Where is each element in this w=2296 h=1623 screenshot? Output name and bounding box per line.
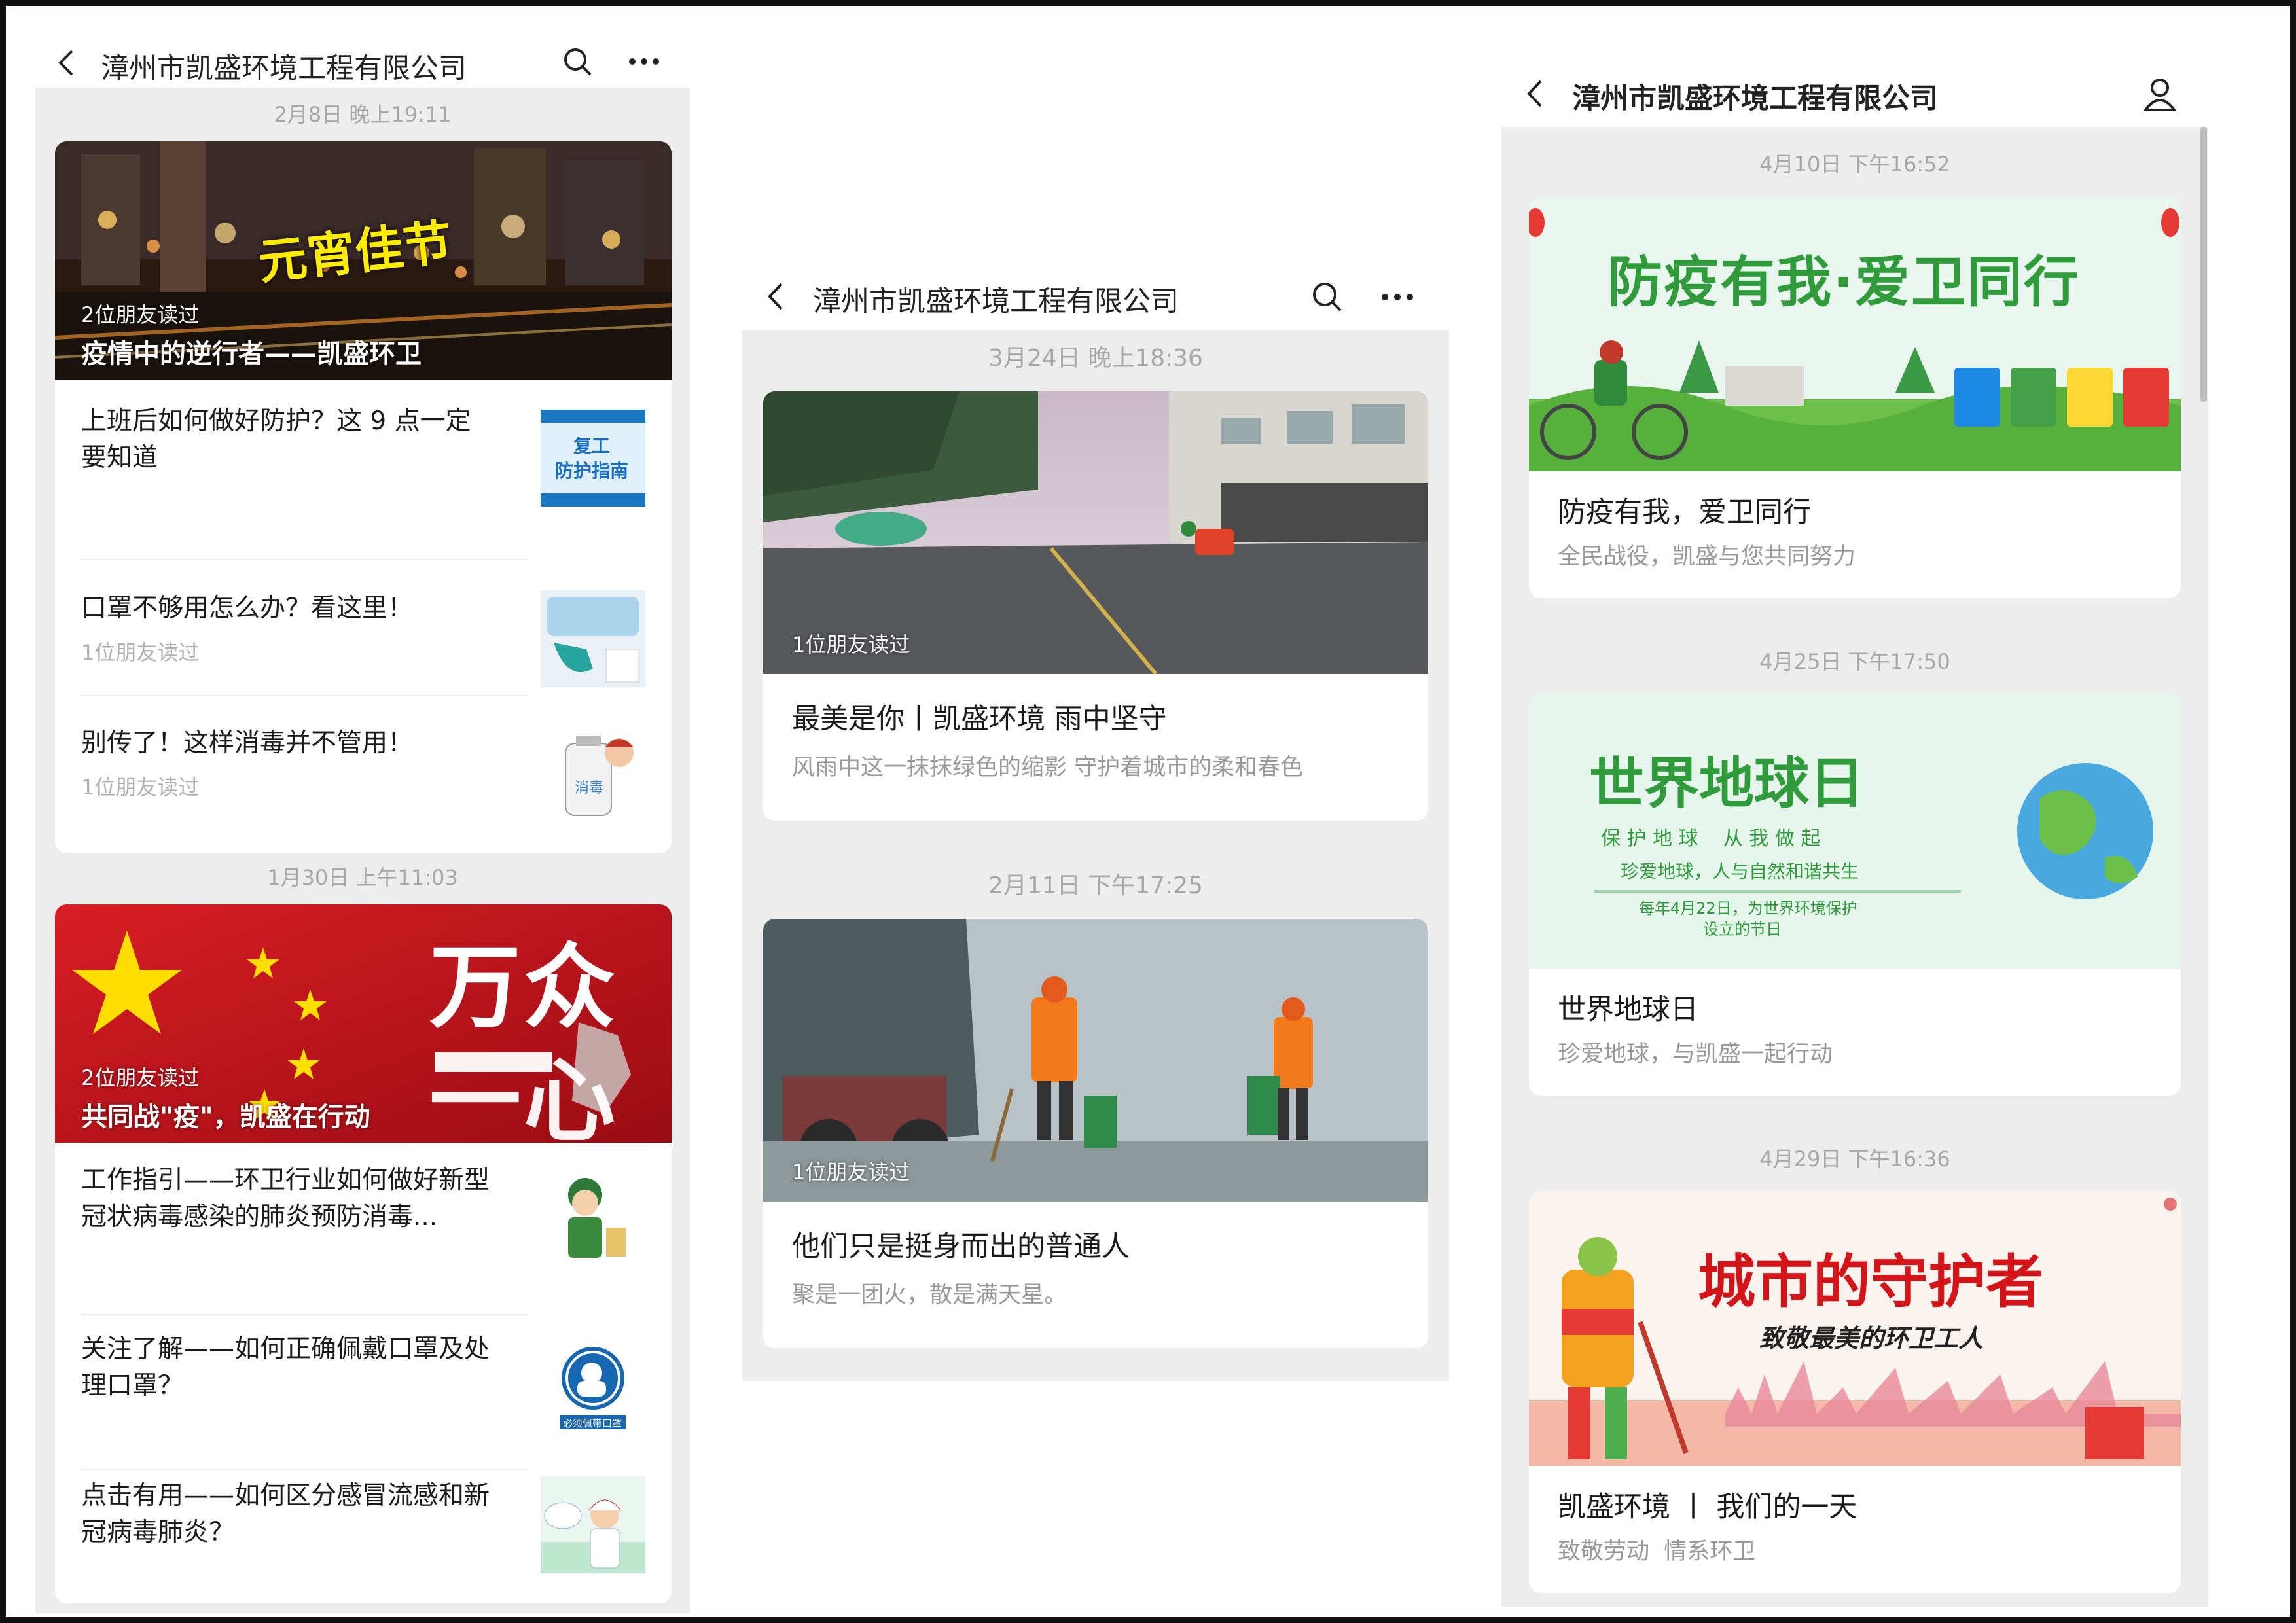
thumbnail-label: 防护指南: [555, 460, 629, 482]
account-title: 漳州市凯盛环境工程有限公司: [813, 285, 1179, 318]
article-thumbnail: [541, 590, 645, 687]
thumbnail-label: 消毒: [575, 780, 604, 796]
article-title: 别传了！这样消毒并不管用！: [81, 728, 414, 758]
article-cover[interactable]: 1位朋友读过: [763, 919, 1428, 1202]
article-item[interactable]: 工作指引——环卫行业如何做好新型 冠状病毒感染的肺炎预防消毒...: [81, 1162, 645, 1293]
read-count: 1位朋友读过: [81, 640, 200, 665]
search-icon[interactable]: [562, 46, 593, 80]
cover-art-text: 防疫有我·爱卫同行: [1607, 250, 2080, 314]
article-cover[interactable]: 世界地球日 保 护 地 球 从 我 做 起 珍爱地球，人与自然和谐共生 每年4月…: [1529, 694, 2181, 969]
timestamp: 1月30日 上午11:03: [267, 865, 458, 890]
lead-article-title: 疫情中的逆行者——凯盛环卫: [81, 339, 422, 369]
timestamp: 2月11日 下午17:25: [988, 872, 1203, 899]
back-arrow-icon[interactable]: [1526, 80, 1543, 110]
read-count: 1位朋友读过: [792, 1160, 910, 1185]
article-title: 关注了解——如何正确佩戴口罩及处: [81, 1334, 490, 1364]
article-description: 聚是一团火，散是满天星。: [792, 1282, 1067, 1308]
lead-article-cover[interactable]: 元宵佳节 2位朋友读过 疫情中的逆行者——凯盛环卫: [55, 141, 672, 380]
article-item[interactable]: 点击有用——如何区分感冒流感和新 冠病毒肺炎？: [81, 1474, 645, 1598]
article-title-line2: 要知道: [81, 443, 158, 473]
search-icon[interactable]: [1310, 280, 1343, 315]
article-description: 风雨中这一抹抹绿色的缩影 守护着城市的柔和春色: [792, 755, 1304, 781]
right-chat-panel: 漳州市凯盛环境工程有限公司 4月10日 下午16:52 防疫有我·爱卫同行 防疫…: [1501, 59, 2208, 1607]
article-cover[interactable]: 防疫有我·爱卫同行: [1529, 196, 2181, 471]
timestamp: 4月25日 下午17:50: [1759, 649, 1950, 674]
timestamp: 4月10日 下午16:52: [1759, 152, 1950, 177]
cover-art-text: 万众: [429, 935, 619, 1041]
cover-art-text: 每年4月22日，为世界环境保护: [1639, 899, 1857, 918]
profile-icon[interactable]: [2142, 76, 2178, 115]
divider: [81, 1314, 529, 1315]
article-thumbnail: 必须佩带口罩: [541, 1338, 645, 1435]
article-card[interactable]: 1位朋友读过 最美是你丨凯盛环境 雨中坚守 风雨中这一抹抹绿色的缩影 守护着城市…: [763, 391, 1428, 821]
thumbnail-label: 必须佩带口罩: [563, 1418, 622, 1429]
article-title: 凯盛环境 丨 我们的一天: [1558, 1491, 1857, 1524]
article-card[interactable]: 世界地球日 保 护 地 球 从 我 做 起 珍爱地球，人与自然和谐共生 每年4月…: [1529, 694, 2181, 1096]
article-title-line2: 冠状病毒感染的肺炎预防消毒...: [81, 1202, 438, 1232]
article-item[interactable]: 别传了！这样消毒并不管用！ 1位朋友读过 消毒: [81, 700, 645, 831]
lead-article-cover[interactable]: 万众 一心 2位朋友读过 共同战"疫"，凯盛在行动: [55, 904, 672, 1143]
timestamp: 2月8日 晚上19:11: [274, 102, 452, 127]
article-description: 珍爱地球，与凯盛一起行动: [1558, 1041, 1833, 1067]
article-description: 全民战役，凯盛与您共同努力: [1558, 544, 1856, 570]
middle-header: 漳州市凯盛环境工程有限公司: [742, 263, 1449, 330]
thumbnail-label: 复工: [573, 435, 611, 457]
cover-art-text: 保 护 地 球 从 我 做 起: [1601, 827, 1821, 850]
cover-art-text: 一心: [429, 1048, 619, 1143]
divider: [81, 695, 529, 696]
left-header: 漳州市凯盛环境工程有限公司: [35, 35, 690, 88]
more-icon[interactable]: [1381, 292, 1414, 304]
right-header: 漳州市凯盛环境工程有限公司: [1501, 59, 2208, 127]
article-thumbnail: [541, 1476, 645, 1573]
article-title: 最美是你丨凯盛环境 雨中坚守: [792, 703, 1167, 736]
article-title: 防疫有我，爱卫同行: [1558, 496, 1811, 529]
read-count: 2位朋友读过: [81, 302, 200, 327]
middle-chat-panel: 漳州市凯盛环境工程有限公司 3月24日 晚上18:36 1位朋友读过 最美是你丨…: [742, 263, 1449, 1381]
divider: [81, 1469, 529, 1470]
article-item[interactable]: 上班后如何做好防护？这 9 点一定 要知道 复工 防护指南: [81, 403, 645, 514]
account-title: 漳州市凯盛环境工程有限公司: [101, 52, 467, 85]
article-title: 点击有用——如何区分感冒流感和新: [81, 1481, 490, 1510]
article-description: 致敬劳动 情系环卫: [1558, 1539, 1756, 1565]
article-card[interactable]: 城市的守护者 致敬最美的环卫工人 凯盛环境 丨 我们的一天 致敬劳动 情系环卫: [1529, 1191, 2181, 1593]
more-icon[interactable]: [628, 56, 660, 69]
cover-art-text: 珍爱地球，人与自然和谐共生: [1621, 861, 1859, 882]
article-item[interactable]: 关注了解——如何正确佩戴口罩及处 理口罩？ 必须佩带口罩: [81, 1319, 645, 1450]
eco-banner-image: [1529, 196, 2181, 471]
article-cover[interactable]: 1位朋友读过: [763, 391, 1428, 674]
article-title: 世界地球日: [1558, 993, 1698, 1026]
back-arrow-icon[interactable]: [767, 283, 784, 313]
article-title: 工作指引——环卫行业如何做好新型: [81, 1166, 490, 1195]
article-card[interactable]: 防疫有我·爱卫同行 防疫有我，爱卫同行 全民战役，凯盛与您共同努力: [1529, 196, 2181, 598]
article-title-line2: 理口罩？: [81, 1371, 184, 1400]
cover-art-text: 致敬最美的环卫工人: [1759, 1324, 1984, 1353]
account-title: 漳州市凯盛环境工程有限公司: [1572, 82, 1938, 115]
article-card[interactable]: 1位朋友读过 他们只是挺身而出的普通人 聚是一团火，散是满天星。: [763, 919, 1428, 1348]
read-count: 1位朋友读过: [81, 775, 200, 800]
cover-art-text: 城市的守护者: [1698, 1247, 2044, 1315]
article-title-line2: 冠病毒肺炎？: [81, 1518, 235, 1547]
article-title: 他们只是挺身而出的普通人: [792, 1230, 1130, 1263]
article-group-card[interactable]: 万众 一心 2位朋友读过 共同战"疫"，凯盛在行动 工作指引——环卫行业如何做好…: [55, 904, 672, 1603]
article-title: 口罩不够用怎么办？看这里！: [81, 594, 414, 623]
article-title: 上班后如何做好防护？这 9 点一定: [81, 406, 471, 436]
lead-article-title: 共同战"疫"，凯盛在行动: [81, 1102, 370, 1132]
divider: [81, 559, 529, 560]
article-thumbnail: [541, 1169, 645, 1266]
cover-art-text: 设立的节日: [1703, 920, 1782, 938]
read-count: 1位朋友读过: [792, 632, 910, 657]
article-thumbnail: 消毒: [541, 724, 645, 821]
article-cover[interactable]: 城市的守护者 致敬最美的环卫工人: [1529, 1191, 2181, 1466]
timestamp: 3月24日 晚上18:36: [988, 345, 1203, 372]
left-chat-panel: 漳州市凯盛环境工程有限公司 2月8日 晚上19:11 元宵佳节 2位朋友读过 疫…: [35, 35, 690, 1613]
read-count: 2位朋友读过: [81, 1065, 200, 1090]
article-item[interactable]: 口罩不够用怎么办？看这里！ 1位朋友读过: [81, 564, 645, 695]
timestamp: 4月29日 下午16:36: [1759, 1147, 1950, 1171]
cover-art-text: 世界地球日: [1589, 751, 1865, 815]
back-arrow-icon[interactable]: [58, 50, 75, 79]
article-thumbnail: 复工 防护指南: [541, 410, 645, 507]
article-group-card[interactable]: 元宵佳节 2位朋友读过 疫情中的逆行者——凯盛环卫 上班后如何做好防护？这 9 …: [55, 141, 672, 853]
